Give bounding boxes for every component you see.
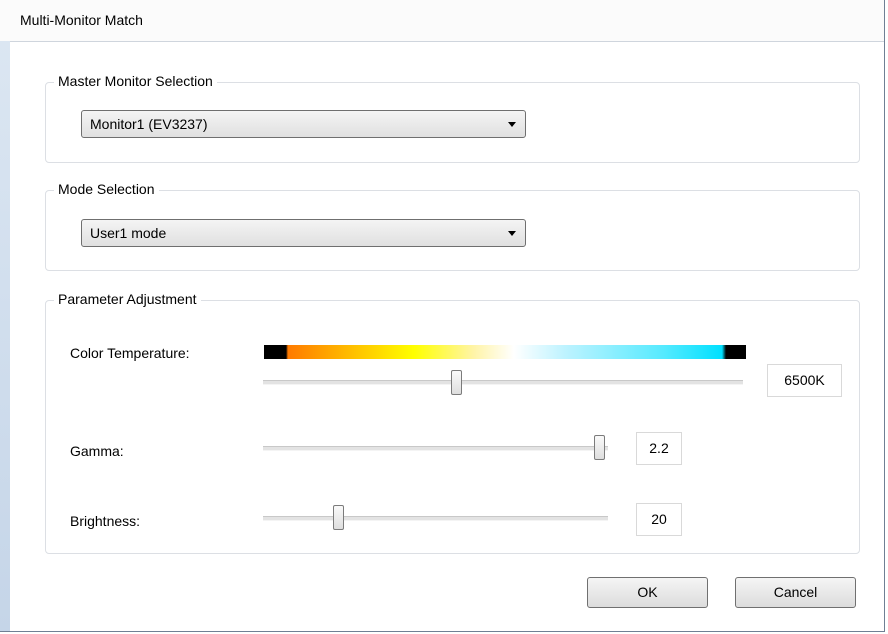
chevron-down-icon — [508, 122, 516, 127]
gamma-slider-thumb[interactable] — [593, 435, 605, 460]
color-temperature-slider-track[interactable] — [263, 380, 743, 385]
parameter-adjustment-group-label: Parameter Adjustment — [54, 291, 201, 307]
mode-select-value: User1 mode — [90, 225, 167, 241]
master-monitor-select[interactable]: Monitor1 (EV3237) — [81, 110, 526, 138]
color-temperature-value: 6500K — [767, 364, 842, 397]
mode-group-label: Mode Selection — [54, 181, 159, 197]
cancel-button[interactable]: Cancel — [735, 577, 856, 608]
window-title: Multi-Monitor Match — [20, 12, 143, 28]
master-monitor-select-value: Monitor1 (EV3237) — [90, 116, 208, 132]
brightness-slider-track[interactable] — [263, 516, 608, 521]
chevron-down-icon — [508, 231, 516, 236]
brightness-value: 20 — [636, 503, 682, 536]
color-temperature-label: Color Temperature: — [70, 345, 190, 361]
brightness-label: Brightness: — [70, 513, 141, 529]
multi-monitor-match-dialog: Multi-Monitor Match Master Monitor Selec… — [0, 0, 885, 632]
brightness-slider-thumb[interactable] — [333, 505, 345, 530]
color-temperature-gradient — [264, 345, 746, 359]
window-frame-edge — [0, 41, 10, 631]
mode-select[interactable]: User1 mode — [81, 219, 526, 247]
master-monitor-group-label: Master Monitor Selection — [54, 73, 217, 89]
color-temperature-slider-thumb[interactable] — [450, 370, 462, 395]
title-bar: Multi-Monitor Match — [0, 0, 884, 42]
gamma-slider-track[interactable] — [263, 446, 608, 451]
gamma-value: 2.2 — [636, 432, 682, 465]
gamma-label: Gamma: — [70, 443, 124, 459]
ok-button[interactable]: OK — [587, 577, 708, 608]
